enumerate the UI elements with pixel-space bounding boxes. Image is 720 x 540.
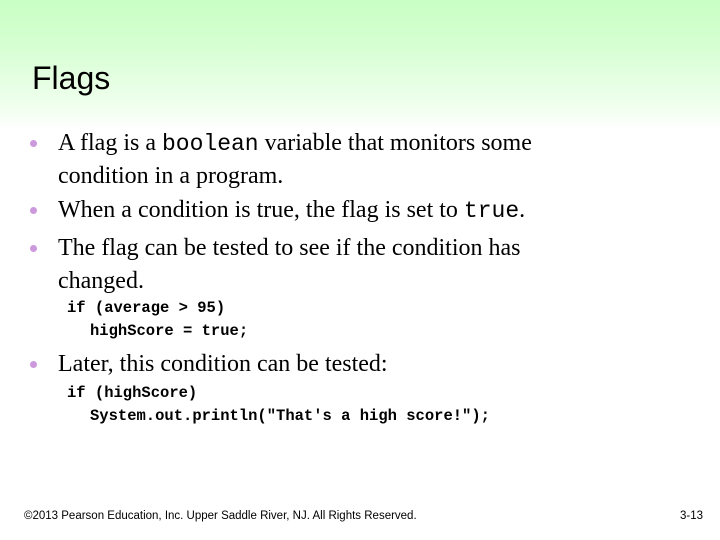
code-line: if (average > 95) xyxy=(67,299,226,317)
inline-code: boolean xyxy=(161,131,259,157)
inline-code: true xyxy=(463,198,520,224)
code-line: System.out.println("That's a high score!… xyxy=(90,407,490,425)
text-run: variable that monitors some xyxy=(258,130,532,156)
footer-copyright: ©2013 Pearson Education, Inc. Upper Sadd… xyxy=(24,510,417,522)
text-run: When a condition is true, the flag is se… xyxy=(58,197,464,223)
bullet-text: The flag can be tested to see if the con… xyxy=(58,235,521,261)
bullet-dot-icon xyxy=(30,207,37,214)
text-run: A flag is a xyxy=(58,130,162,156)
bullet-text-continuation: condition in a program. xyxy=(58,163,284,189)
code-line: if (highScore) xyxy=(67,384,198,402)
slide-number: 3-13 xyxy=(679,510,703,522)
code-line: highScore = true; xyxy=(90,322,249,340)
bullet-text-continuation: changed. xyxy=(58,268,144,294)
bullet-dot-icon xyxy=(30,245,37,252)
bullet-dot-icon xyxy=(30,361,37,368)
bullet-text: A flag is a boolean variable that monito… xyxy=(58,129,532,159)
slide-title: Flags xyxy=(32,60,111,96)
bullet-text: When a condition is true, the flag is se… xyxy=(58,196,525,226)
bullet-dot-icon xyxy=(30,140,37,147)
bullet-text: Later, this condition can be tested: xyxy=(58,351,388,377)
text-run: . xyxy=(519,197,526,223)
